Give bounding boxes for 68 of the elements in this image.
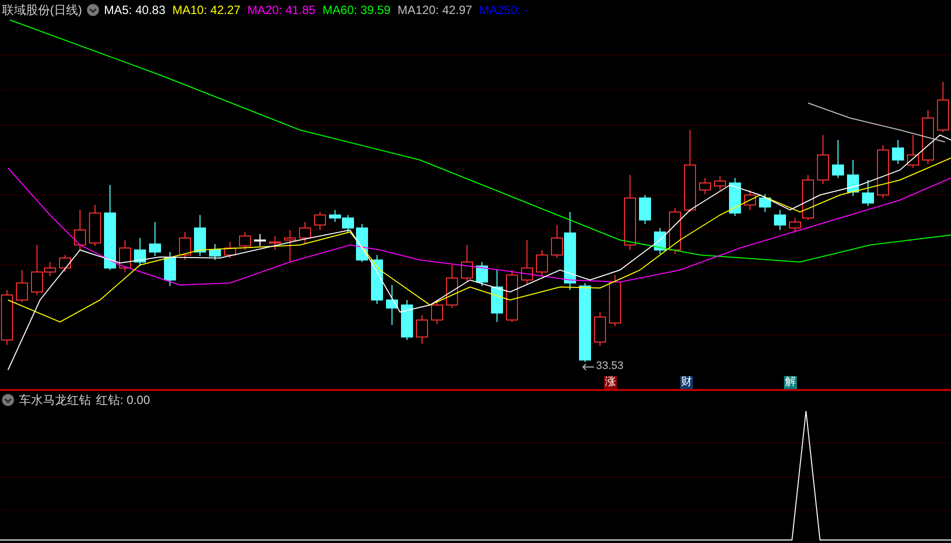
arrow-icon: [582, 362, 595, 371]
candlestick: [922, 110, 934, 164]
ma-value: MA5: 40.83: [104, 2, 166, 19]
stock-title: 联域股份(日线): [2, 2, 82, 19]
candlestick: [699, 178, 711, 194]
candlestick: [179, 232, 191, 260]
candlestick: [16, 270, 28, 302]
candlestick: [729, 178, 741, 216]
candlestick: [461, 244, 473, 282]
candlestick: [446, 264, 458, 308]
event-badge[interactable]: 涨: [604, 376, 617, 389]
candlestick: [877, 144, 889, 198]
candlestick: [329, 210, 341, 222]
ma-value: MA60: 39.59: [322, 2, 391, 19]
candlestick: [284, 230, 296, 262]
event-badge[interactable]: 财: [680, 376, 693, 389]
candlestick: [194, 214, 206, 256]
candlestick: [431, 300, 443, 324]
event-badge[interactable]: 解: [784, 376, 797, 389]
indicator-reading: 红钻: 0.00: [96, 392, 150, 409]
candlestick: [59, 254, 71, 272]
candlestick: [164, 252, 176, 286]
dropdown-icon[interactable]: [87, 4, 99, 16]
candlestick: [817, 134, 829, 184]
candlestick: [536, 250, 548, 276]
candlestick: [744, 190, 756, 210]
candlestick: [862, 180, 874, 206]
indicator-name: 车水马龙红钻: [19, 392, 91, 409]
candlestick: [254, 234, 266, 246]
candlestick: [239, 232, 251, 250]
candlestick: [224, 242, 236, 258]
ma-value: MA10: 42.27: [172, 2, 240, 19]
candlestick: [149, 222, 161, 256]
candlestick: [401, 300, 413, 340]
candlestick: [669, 208, 681, 254]
ma-value: MA120: 42.97: [398, 2, 472, 19]
candlestick: [416, 314, 428, 344]
dropdown-icon[interactable]: [2, 394, 14, 406]
low-price-marker: 33.53: [596, 359, 624, 374]
candlestick: [134, 238, 146, 266]
candlestick: [506, 270, 518, 322]
candlestick: [269, 236, 281, 250]
ma-value: MA20: 41.85: [247, 2, 316, 19]
candlestick: [714, 176, 726, 190]
candlestick: [314, 212, 326, 230]
candlestick: [491, 270, 503, 322]
candlestick: [847, 160, 859, 196]
candlestick: [654, 228, 666, 254]
candlestick: [119, 240, 131, 272]
candlestick: [832, 140, 844, 178]
candlestick: [89, 204, 101, 246]
candlestick: [342, 214, 354, 232]
candlestick: [74, 210, 86, 250]
candlestick: [774, 210, 786, 230]
candlestick: [759, 194, 771, 212]
ma-value: MA250: -: [479, 2, 528, 19]
candlestick: [892, 140, 904, 164]
candlestick: [371, 254, 383, 304]
candlestick: [209, 244, 221, 260]
candlestick: [476, 262, 488, 286]
candlestick: [299, 222, 311, 244]
candlestick: [386, 284, 398, 326]
candlestick: [907, 134, 919, 168]
candlestick: [609, 274, 621, 326]
candlestick: [521, 240, 533, 284]
candlestick: [594, 312, 606, 346]
candlestick: [639, 194, 651, 224]
candlestick: [356, 224, 368, 262]
